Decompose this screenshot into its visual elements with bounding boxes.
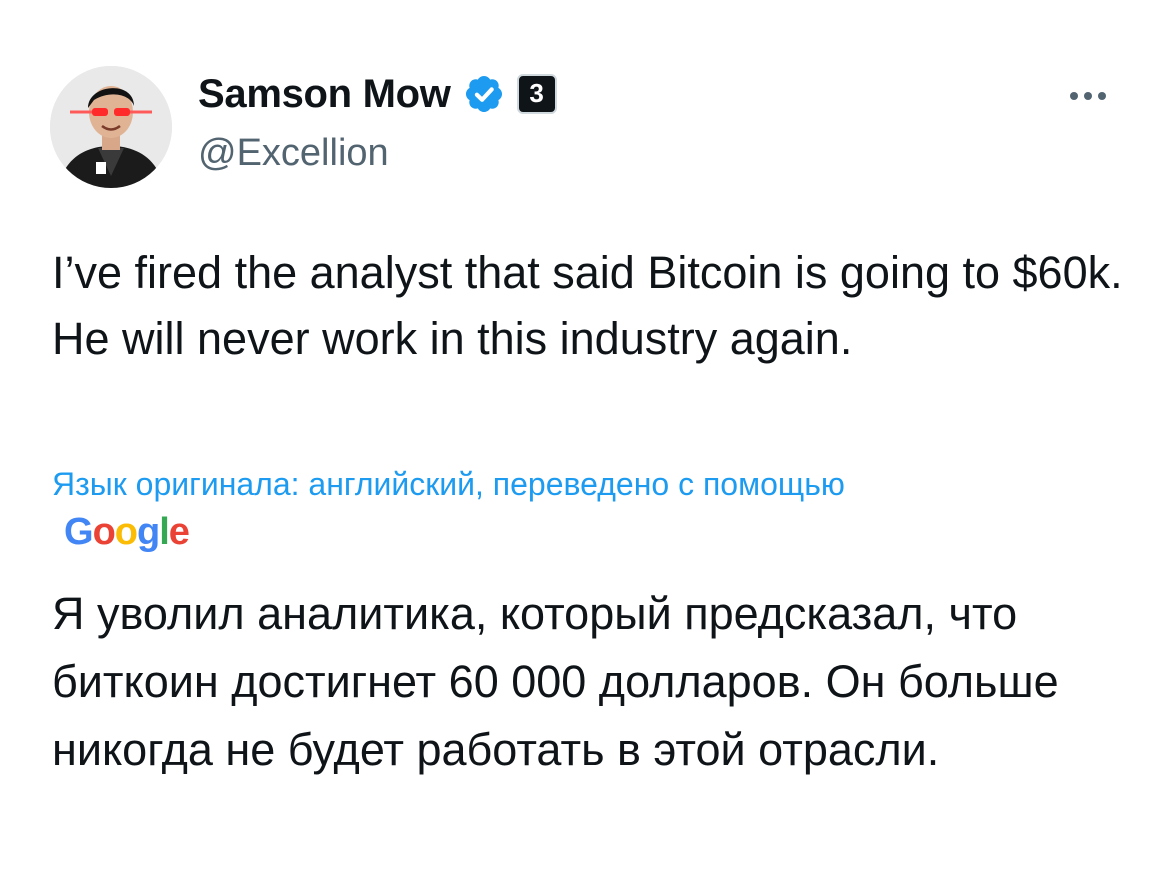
author-handle[interactable]: @Excellion	[198, 130, 389, 176]
translated-tweet-text: Я уволил аналитика, который предсказал, …	[52, 588, 1059, 775]
more-options-icon	[1070, 92, 1078, 100]
translation-note[interactable]: Язык оригинала: английский, переведено с…	[52, 462, 1142, 506]
profile-avatar[interactable]	[50, 66, 172, 188]
affiliation-badge[interactable]: 3	[516, 74, 557, 114]
more-options-button[interactable]	[1060, 76, 1116, 116]
tweet-card: Samson Mow 3 @Excellion I’ve fired the a…	[0, 0, 1169, 871]
tweet-text: I’ve fired the analyst that said Bitcoin…	[52, 247, 1123, 364]
author-display-name[interactable]: Samson Mow	[198, 70, 451, 118]
verified-badge-icon[interactable]	[461, 71, 507, 117]
author-name-row: Samson Mow 3	[198, 70, 557, 118]
google-logo: Google	[64, 511, 190, 553]
affiliation-badge-label: 3	[529, 77, 544, 108]
